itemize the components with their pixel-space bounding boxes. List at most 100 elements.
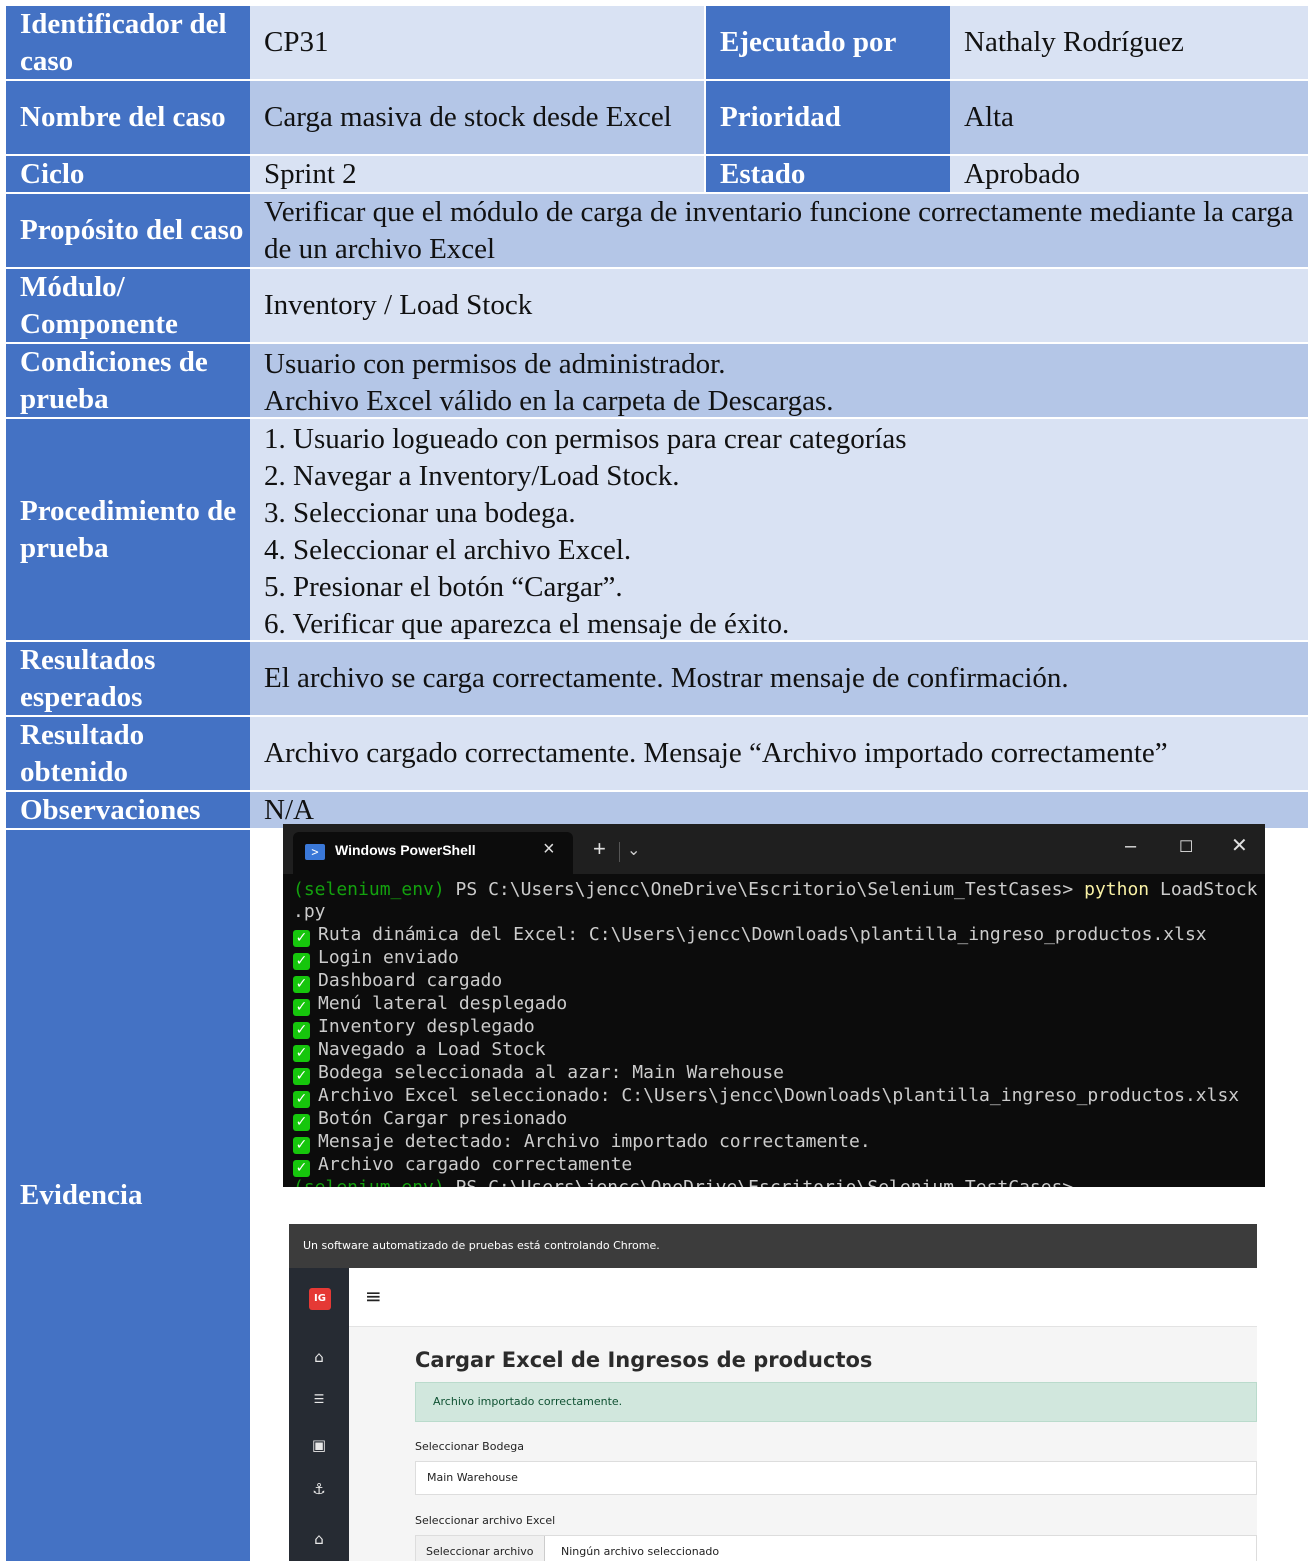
check-icon: ✓ — [293, 952, 310, 970]
row-nombre: Nombre del caso Carga masiva de stock de… — [6, 81, 1308, 156]
last-prompt-line: (selenium_env) PS C:\Users\jencc\OneDriv… — [293, 1177, 1255, 1187]
value-proposito: Verificar que el módulo de carga de inve… — [250, 194, 1308, 269]
check-icon: ✓ — [293, 1136, 310, 1154]
store-icon[interactable]: ⌂ — [309, 1348, 329, 1366]
value-prioridad: Alta — [950, 81, 1308, 156]
row-condiciones: Condiciones de prueba Usuario con permis… — [6, 344, 1308, 419]
bodega-label: Seleccionar Bodega — [415, 1440, 524, 1453]
output-line: ✓ Navegado a Load Stock — [293, 1039, 1255, 1062]
terminal-tab-bar: > Windows PowerShell × + ⌄ – ☐ ✕ — [283, 824, 1265, 874]
archivo-label: Seleccionar archivo Excel — [415, 1514, 556, 1527]
check-icon: ✓ — [293, 1044, 310, 1062]
value-procedimiento: 1. Usuario logueado con permisos para cr… — [250, 419, 1308, 642]
label-modulo: Módulo/ Componente — [6, 269, 250, 344]
label-observaciones: Observaciones — [6, 792, 250, 830]
value-nombre: Carga masiva de stock desde Excel — [250, 81, 704, 156]
close-tab-icon[interactable]: × — [543, 838, 555, 861]
chrome-screenshot: Un software automatizado de pruebas está… — [289, 1224, 1257, 1561]
row-procedimiento: Procedimiento de prueba 1. Usuario logue… — [6, 419, 1308, 642]
chevron-down-icon[interactable]: ⌄ — [627, 840, 640, 860]
new-tab-icon[interactable]: + — [593, 838, 606, 860]
check-icon: ✓ — [293, 1090, 310, 1108]
condicion-line: Archivo Excel válido en la carpeta de De… — [264, 385, 834, 417]
label-obtenido: Resultado obtenido — [6, 717, 250, 792]
step-line: 2. Navegar a Inventory/Load Stock. — [264, 460, 680, 492]
output-line: ✓ Botón Cargar presionado — [293, 1108, 1255, 1131]
output-line: ✓ Inventory desplegado — [293, 1016, 1255, 1039]
app-sidebar: IG ⌂ ☰ ▣ ⚓ ⌂ — [289, 1268, 349, 1561]
powershell-icon: > — [305, 844, 325, 860]
value-ciclo: Sprint 2 — [250, 156, 704, 194]
check-icon: ✓ — [293, 929, 310, 947]
command-wrap: .py — [293, 901, 326, 923]
label-evidencia: Evidencia — [6, 830, 250, 1561]
label-ciclo: Ciclo — [6, 156, 250, 194]
row-esperados: Resultados esperados El archivo se carga… — [6, 642, 1308, 717]
row-proposito: Propósito del caso Verificar que el módu… — [6, 194, 1308, 269]
close-icon[interactable]: ✕ — [1231, 836, 1248, 856]
output-line: ✓ Bodega seleccionada al azar: Main Wareh… — [293, 1062, 1255, 1085]
users-list-icon[interactable]: ☰ — [309, 1392, 329, 1406]
value-modulo: Inventory / Load Stock — [250, 269, 1308, 344]
label-ejecutado-por: Ejecutado por — [704, 6, 950, 81]
command-arg: LoadStock — [1149, 879, 1258, 900]
row-obtenido: Resultado obtenido Archivo cargado corre… — [6, 717, 1308, 792]
step-line: 3. Seleccionar una bodega. — [264, 497, 576, 529]
value-esperados: El archivo se carga correctamente. Mostr… — [250, 642, 1308, 717]
app-main: ≡ Cargar Excel de Ingresos de productos … — [349, 1268, 1257, 1561]
row-identificador: Identificador del caso CP31 Ejecutado po… — [6, 6, 1308, 81]
row-modulo: Módulo/ Componente Inventory / Load Stoc… — [6, 269, 1308, 344]
file-status: Ningún archivo seleccionado — [561, 1545, 720, 1558]
prompt-env: (selenium_env) — [293, 879, 445, 900]
check-icon: ✓ — [293, 975, 310, 993]
label-esperados: Resultados esperados — [6, 642, 250, 717]
label-proposito: Propósito del caso — [6, 194, 250, 269]
step-line: 6. Verificar que aparezca el mensaje de … — [264, 608, 790, 640]
hamburger-menu-icon[interactable]: ≡ — [365, 1284, 382, 1308]
value-identificador: CP31 — [250, 6, 704, 81]
label-estado: Estado — [704, 156, 950, 194]
label-nombre: Nombre del caso — [6, 81, 250, 156]
store-icon[interactable]: ⌂ — [309, 1530, 329, 1548]
output-line: ✓ Menú lateral desplegado — [293, 993, 1255, 1016]
terminal-tab-title: Windows PowerShell — [335, 842, 476, 858]
check-icon: ✓ — [293, 1113, 310, 1131]
step-line: 5. Presionar el botón “Cargar”. — [264, 571, 623, 603]
contacts-icon[interactable]: ▣ — [309, 1436, 329, 1454]
step-line: 1. Usuario logueado con permisos para cr… — [264, 423, 907, 455]
maximize-icon[interactable]: ☐ — [1179, 838, 1193, 858]
value-ejecutado-por: Nathaly Rodríguez — [950, 6, 1308, 81]
powershell-window: > Windows PowerShell × + ⌄ – ☐ ✕ (seleni… — [283, 824, 1265, 1187]
value-estado: Aprobado — [950, 156, 1308, 194]
anchor-icon[interactable]: ⚓ — [309, 1480, 329, 1498]
row-ciclo: Ciclo Sprint 2 Estado Aprobado — [6, 156, 1308, 194]
terminal-tab[interactable]: > Windows PowerShell × — [293, 832, 573, 874]
file-input[interactable]: Seleccionar archivo Ningún archivo selec… — [415, 1535, 1257, 1561]
label-identificador: Identificador del caso — [6, 6, 250, 81]
label-prioridad: Prioridad — [704, 81, 950, 156]
check-icon: ✓ — [293, 1159, 310, 1177]
bodega-select[interactable]: Main Warehouse — [415, 1461, 1257, 1495]
condicion-line: Usuario con permisos de administrador. — [264, 348, 726, 380]
choose-file-button[interactable]: Seleccionar archivo — [416, 1536, 545, 1561]
app-topbar: ≡ — [349, 1268, 1257, 1327]
output-line: ✓ Login enviado — [293, 947, 1255, 970]
automation-banner: Un software automatizado de pruebas está… — [289, 1224, 1257, 1268]
prompt-path: PS C:\Users\jencc\OneDrive\Escritorio\Se… — [444, 879, 1085, 900]
command-name: python — [1084, 879, 1150, 900]
output-line: ✓ Dashboard cargado — [293, 970, 1255, 993]
app-logo[interactable]: IG — [309, 1288, 331, 1310]
tab-divider — [619, 842, 620, 862]
value-obtenido: Archivo cargado correctamente. Mensaje “… — [250, 717, 1308, 792]
check-icon: ✓ — [293, 1021, 310, 1039]
page-title: Cargar Excel de Ingresos de productos — [415, 1348, 873, 1372]
success-alert: Archivo importado correctamente. — [415, 1382, 1257, 1422]
minimize-icon[interactable]: – — [1125, 836, 1136, 856]
output-line: ✓ Ruta dinámica del Excel: C:\Users\jencc… — [293, 924, 1255, 947]
terminal-output: (selenium_env) PS C:\Users\jencc\OneDriv… — [293, 879, 1258, 1187]
output-line: ✓ Archivo cargado correctamente — [293, 1154, 1255, 1177]
label-procedimiento: Procedimiento de prueba — [6, 419, 250, 642]
check-icon: ✓ — [293, 1067, 310, 1085]
step-line: 4. Seleccionar el archivo Excel. — [264, 534, 632, 566]
check-icon: ✓ — [293, 998, 310, 1016]
